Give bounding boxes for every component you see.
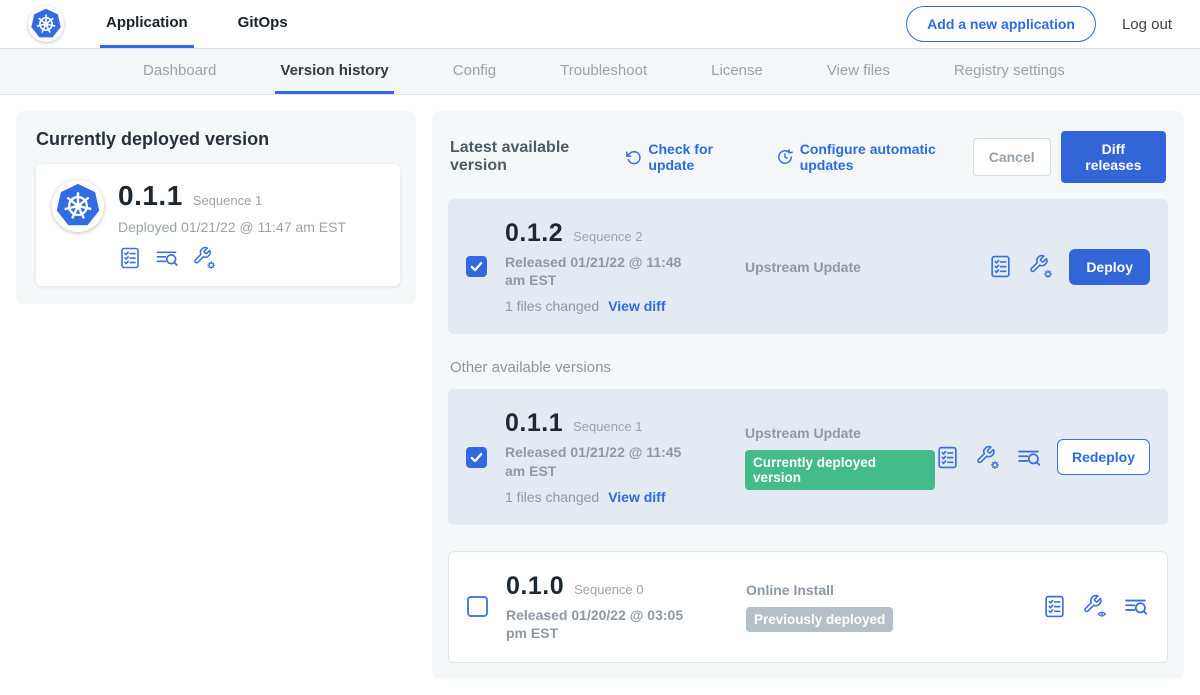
kubernetes-app-icon	[52, 180, 104, 232]
deploy-button[interactable]: Deploy	[1069, 249, 1150, 285]
deployed-version-box: 0.1.1 Sequence 1 Deployed 01/21/22 @ 11:…	[36, 164, 400, 286]
subtab-dashboard-label: Dashboard	[143, 62, 216, 79]
refresh-icon	[625, 148, 642, 166]
deployed-version-number: 0.1.1	[118, 180, 183, 212]
version-source-label: Upstream Update	[745, 259, 988, 275]
version-source-label: Upstream Update	[745, 425, 935, 441]
subtab-view-files[interactable]: View files	[822, 49, 895, 94]
version-source-label: Online Install	[746, 582, 1042, 598]
currently-deployed-card: Currently deployed version 0.1.1 Sequenc…	[16, 111, 416, 304]
version-number: 0.1.2	[505, 219, 563, 248]
subtab-version-history[interactable]: Version history	[275, 49, 393, 94]
cancel-button[interactable]: Cancel	[973, 138, 1051, 176]
check-for-update-link[interactable]: Check for update	[625, 141, 749, 173]
deploy-logs-magnifier-icon[interactable]	[1123, 594, 1149, 619]
configure-auto-updates-link[interactable]: Configure automatic updates	[776, 141, 973, 173]
tab-application-label: Application	[106, 14, 188, 31]
sequence-label: Sequence 2	[573, 229, 642, 244]
check-for-update-label: Check for update	[648, 141, 749, 173]
version-checkbox-0-1-0[interactable]	[467, 596, 488, 617]
subtab-troubleshoot[interactable]: Troubleshoot	[555, 49, 652, 94]
deployed-sequence-label: Sequence 1	[193, 193, 262, 208]
version-number: 0.1.1	[505, 409, 563, 438]
subtab-license[interactable]: License	[706, 49, 768, 94]
deployed-timestamp: Deployed 01/21/22 @ 11:47 am EST	[118, 219, 346, 235]
released-timestamp: Released 01/21/22 @ 11:45 am EST	[505, 443, 695, 479]
deploy-logs-magnifier-icon[interactable]	[154, 246, 180, 270]
clock-refresh-icon	[776, 148, 794, 166]
latest-version-title: Latest available version	[450, 139, 613, 175]
released-timestamp: Released 01/20/22 @ 03:05 pm EST	[506, 606, 696, 642]
view-config-wrench-eye-icon[interactable]	[1082, 594, 1108, 619]
sequence-label: Sequence 1	[573, 419, 642, 434]
deploy-logs-magnifier-icon[interactable]	[1016, 445, 1042, 470]
subtab-view-files-label: View files	[827, 62, 890, 79]
top-nav: Application GitOps Add a new application…	[0, 0, 1200, 49]
view-diff-link[interactable]: View diff	[608, 298, 665, 314]
preflight-checklist-icon[interactable]	[988, 254, 1013, 279]
preflight-checklist-icon[interactable]	[1042, 594, 1067, 619]
files-changed-label: 1 files changed	[505, 298, 599, 314]
edit-config-wrench-gear-icon[interactable]	[975, 445, 1001, 470]
edit-config-wrench-gear-icon[interactable]	[192, 246, 217, 270]
tab-gitops-label: GitOps	[238, 14, 288, 31]
kubernetes-logo	[28, 6, 64, 42]
previously-deployed-badge: Previously deployed	[746, 607, 893, 632]
configure-auto-updates-label: Configure automatic updates	[800, 141, 973, 173]
subtab-version-history-label: Version history	[280, 62, 388, 79]
subtab-license-label: License	[711, 62, 763, 79]
preflight-checklist-icon[interactable]	[118, 246, 142, 270]
tab-application[interactable]: Application	[100, 0, 194, 48]
version-row-0-1-2: 0.1.2 Sequence 2 Released 01/21/22 @ 11:…	[448, 199, 1168, 334]
redeploy-button[interactable]: Redeploy	[1057, 439, 1150, 475]
sequence-label: Sequence 0	[574, 582, 643, 597]
currently-deployed-badge: Currently deployed version	[745, 450, 935, 490]
other-versions-title: Other available versions	[450, 359, 1166, 376]
main-content: Currently deployed version 0.1.1 Sequenc…	[0, 95, 1200, 695]
diff-releases-button[interactable]: Diff releases	[1061, 131, 1166, 183]
view-diff-link[interactable]: View diff	[608, 489, 665, 505]
version-number: 0.1.0	[506, 572, 564, 601]
latest-version-header: Latest available version Check for updat…	[450, 131, 1166, 183]
subtab-registry-settings[interactable]: Registry settings	[949, 49, 1070, 94]
subtab-registry-settings-label: Registry settings	[954, 62, 1065, 79]
add-application-button[interactable]: Add a new application	[906, 6, 1096, 42]
subtab-dashboard[interactable]: Dashboard	[138, 49, 221, 94]
currently-deployed-title: Currently deployed version	[36, 129, 400, 150]
version-checkbox-0-1-2[interactable]	[466, 256, 487, 277]
version-row-0-1-0: 0.1.0 Sequence 0 Released 01/20/22 @ 03:…	[448, 551, 1168, 663]
subtab-troubleshoot-label: Troubleshoot	[560, 62, 647, 79]
tab-gitops[interactable]: GitOps	[232, 0, 294, 48]
files-changed-label: 1 files changed	[505, 489, 599, 505]
version-checkbox-0-1-1[interactable]	[466, 447, 487, 468]
version-history-panel: Latest available version Check for updat…	[432, 111, 1184, 679]
app-sub-nav: Dashboard Version history Config Trouble…	[0, 49, 1200, 95]
top-nav-tabs: Application GitOps	[100, 0, 294, 48]
version-row-0-1-1: 0.1.1 Sequence 1 Released 01/21/22 @ 11:…	[448, 389, 1168, 524]
logout-button[interactable]: Log out	[1122, 16, 1172, 33]
preflight-checklist-icon[interactable]	[935, 445, 960, 470]
subtab-config[interactable]: Config	[448, 49, 501, 94]
subtab-config-label: Config	[453, 62, 496, 79]
edit-config-wrench-gear-icon[interactable]	[1028, 254, 1054, 279]
released-timestamp: Released 01/21/22 @ 11:48 am EST	[505, 253, 695, 289]
